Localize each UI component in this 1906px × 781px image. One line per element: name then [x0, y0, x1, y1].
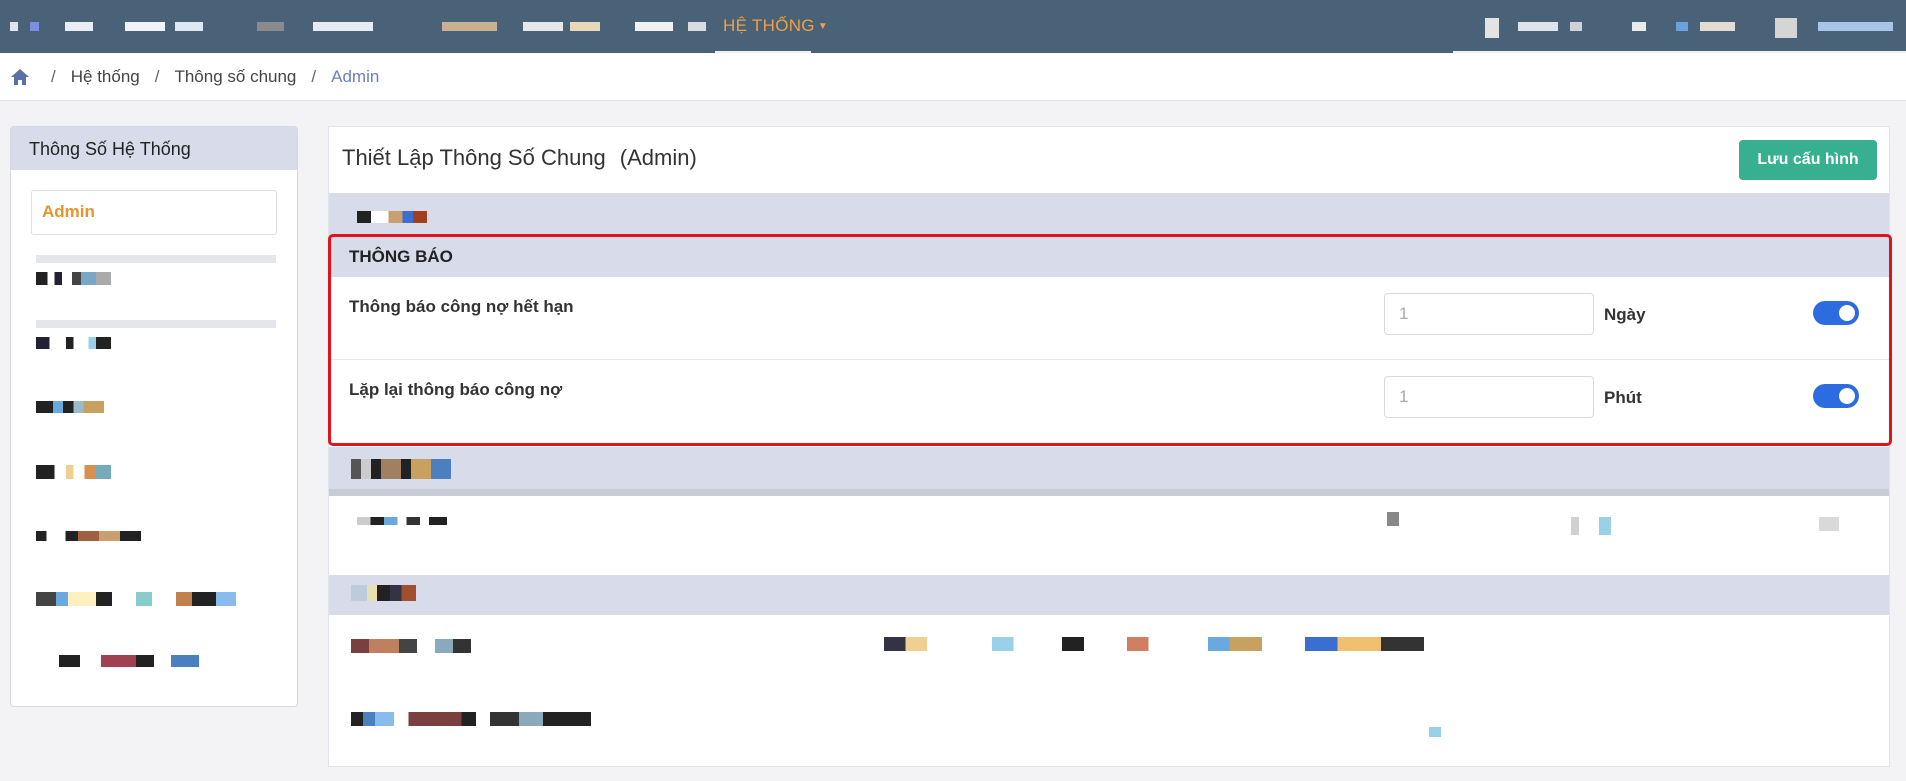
redacted-menu-text[interactable]	[1676, 22, 1688, 31]
redacted-menu-text[interactable]	[688, 22, 706, 31]
redacted-menu-text[interactable]	[1818, 22, 1893, 31]
setting-label: Thông báo công nợ hết hạn	[349, 297, 574, 316]
toggle-knob	[1839, 305, 1855, 321]
toggle-knob	[1839, 388, 1855, 404]
redacted-section-header	[329, 193, 1889, 235]
redacted-section-header	[329, 575, 1889, 615]
redacted-menu-text[interactable]	[65, 22, 93, 31]
redacted-menu-text[interactable]	[1632, 22, 1646, 31]
redacted-section-header	[329, 447, 1889, 489]
notification-header: THÔNG BÁO	[329, 235, 1889, 277]
redacted-setting-label	[351, 639, 471, 653]
breadcrumb: / Hệ thống / Thông số chung / Admin	[0, 53, 1906, 101]
breadcrumb-he-thong[interactable]: Hệ thống	[71, 67, 140, 87]
breadcrumb-separator: /	[311, 66, 317, 86]
redacted-sidebar-item[interactable]	[36, 592, 236, 606]
setting-label: Lặp lại thông báo công nợ	[349, 380, 563, 399]
repeat-debt-toggle[interactable]	[1813, 384, 1859, 408]
redacted-menu-text[interactable]	[30, 22, 39, 31]
redacted-user-avatar[interactable]	[1485, 18, 1499, 38]
breadcrumb-separator: /	[51, 66, 56, 86]
menu-he-thong-label[interactable]: HỆ THỐNG ▼	[723, 16, 828, 36]
redacted-sidebar-item[interactable]	[36, 337, 111, 349]
unit-label: Ngày	[1604, 305, 1646, 324]
divider	[329, 489, 1889, 496]
notification-row-expired-debt: Thông báo công nợ hết hạn Ngày	[329, 277, 1889, 359]
redacted-setting-value[interactable]	[884, 637, 1424, 651]
save-config-button[interactable]: Lưu cấu hình	[1739, 140, 1877, 180]
redacted-sidebar-item[interactable]	[36, 272, 111, 285]
redacted-setting-value[interactable]	[1387, 512, 1399, 526]
redacted-menu-text[interactable]	[1570, 22, 1582, 31]
redacted-setting-unit[interactable]	[1571, 517, 1611, 535]
redacted-setting-value[interactable]	[1429, 727, 1441, 737]
notification-row-repeat-debt: Lặp lại thông báo công nợ Phút	[329, 360, 1889, 442]
expired-debt-toggle[interactable]	[1813, 301, 1859, 325]
redacted-menu-text[interactable]	[313, 22, 373, 31]
breadcrumb-admin: Admin	[331, 66, 380, 86]
page-title: Thiết Lập Thông Số Chung (Admin)	[342, 145, 697, 170]
redacted-menu-text[interactable]	[125, 22, 165, 31]
redacted-section-title	[351, 459, 451, 479]
redacted-menu-text[interactable]	[570, 22, 600, 31]
main-panel: Thiết Lập Thông Số Chung (Admin) Lưu cấu …	[328, 126, 1890, 767]
redacted-sidebar-item[interactable]	[59, 655, 199, 667]
redacted-sidebar-item[interactable]	[36, 401, 104, 413]
redacted-menu-text[interactable]	[175, 22, 203, 31]
expired-debt-days-input[interactable]	[1384, 293, 1594, 335]
breadcrumb-thong-so-chung[interactable]: Thông số chung	[174, 67, 296, 87]
redacted-setting-label	[357, 517, 447, 525]
divider	[36, 255, 276, 263]
home-icon[interactable]	[10, 67, 30, 87]
divider	[36, 320, 276, 328]
redacted-menu-text[interactable]	[442, 22, 497, 31]
sidebar-title: Thông Số Hệ Thống	[11, 127, 297, 170]
redacted-menu-text[interactable]	[257, 22, 284, 31]
redacted-section-title	[357, 211, 427, 223]
redacted-section-title	[351, 585, 416, 601]
top-navbar: HỆ THỐNG ▼	[0, 0, 1906, 53]
redacted-menu-text[interactable]	[523, 22, 563, 31]
redacted-setting-label	[351, 712, 591, 726]
redacted-sidebar-item[interactable]	[36, 531, 141, 541]
unit-label: Phút	[1604, 388, 1642, 407]
sidebar-item-admin[interactable]: Admin	[31, 190, 277, 235]
redacted-user-avatar[interactable]	[1775, 18, 1797, 38]
redacted-menu-text[interactable]	[1700, 22, 1735, 31]
repeat-debt-minutes-input[interactable]	[1384, 376, 1594, 418]
caret-down-icon: ▼	[817, 21, 829, 32]
sidebar-panel: Thông Số Hệ Thống Admin	[10, 126, 298, 707]
notification-section: THÔNG BÁO Thông báo công nợ hết hạn Ngày…	[329, 235, 1889, 445]
redacted-menu-text[interactable]	[10, 22, 18, 31]
redacted-menu-text[interactable]	[1518, 22, 1558, 31]
redacted-menu-text[interactable]	[635, 22, 673, 31]
breadcrumb-separator: /	[154, 66, 160, 86]
redacted-toggle[interactable]	[1819, 517, 1839, 531]
redacted-sidebar-item[interactable]	[36, 465, 111, 479]
